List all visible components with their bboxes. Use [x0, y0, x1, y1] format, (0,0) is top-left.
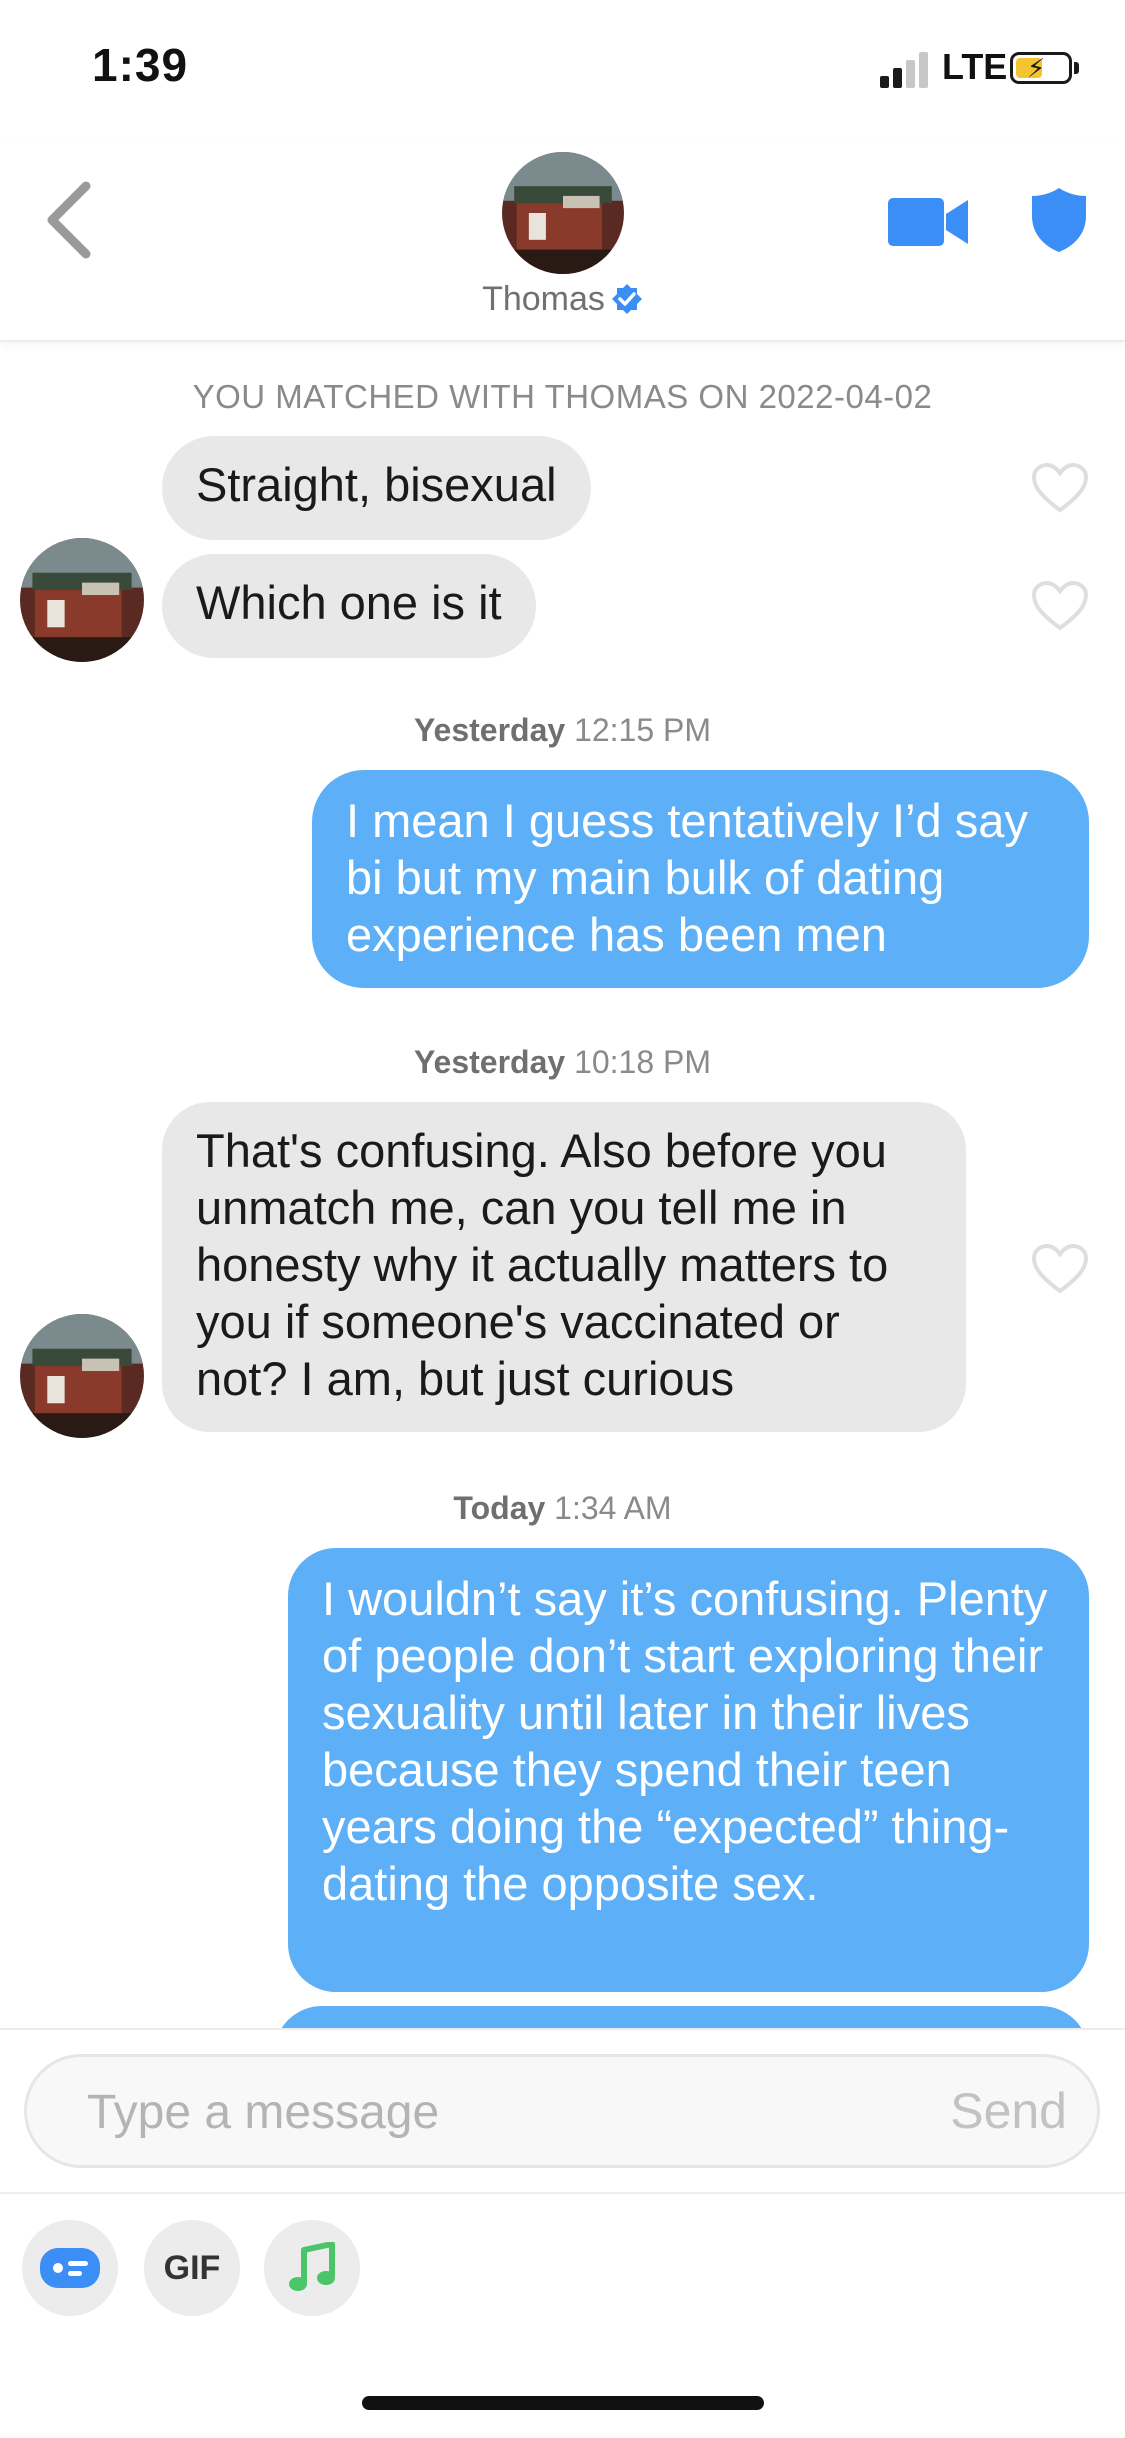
incoming-message[interactable]: Straight, bisexual [162, 436, 591, 540]
video-call-icon[interactable] [888, 194, 968, 250]
timestamp: Yesterday 10:18 PM [0, 1044, 1125, 1081]
gif-button[interactable]: GIF [144, 2220, 240, 2316]
gif-icon: GIF [163, 2249, 221, 2287]
incoming-message[interactable]: That's confusing. Also before you unmatc… [162, 1102, 966, 1432]
verified-badge-icon [611, 284, 642, 314]
timestamp-day: Yesterday [413, 1044, 566, 1080]
send-button[interactable]: Send [950, 2057, 1067, 2165]
avatar-photo [502, 152, 624, 274]
message-text: Straight, bisexual [196, 458, 557, 511]
profile-avatar[interactable] [502, 152, 624, 274]
match-name[interactable]: Thomas [0, 280, 1125, 319]
timestamp-time: 1:34 AM [554, 1490, 672, 1526]
signal-icon [880, 52, 932, 88]
avatar-photo [20, 538, 144, 662]
message-text: Which one is it [196, 576, 502, 629]
music-note-icon [289, 2242, 335, 2291]
heart-icon[interactable] [1031, 462, 1089, 514]
home-indicator [362, 2396, 764, 2410]
timestamp: Yesterday 12:15 PM [0, 712, 1125, 749]
sender-avatar[interactable] [20, 1314, 144, 1438]
timestamp-day: Yesterday [413, 712, 566, 748]
outgoing-message[interactable]: I wouldn’t say it’s confusing. Plenty of… [288, 1548, 1089, 1992]
shield-icon[interactable] [1030, 186, 1088, 254]
timestamp-time: 10:18 PM [574, 1044, 712, 1080]
timestamp-time: 12:15 PM [574, 712, 712, 748]
message-input-box[interactable]: Send [24, 2054, 1100, 2168]
incoming-message[interactable]: Which one is it [162, 554, 536, 658]
match-name-label: Thomas [482, 280, 605, 318]
sticker-button[interactable] [22, 2220, 118, 2316]
composer-divider [0, 2192, 1125, 2194]
message-text: That's confusing. Also before you unmatc… [196, 1124, 889, 1405]
battery-icon: ⚡ [1010, 52, 1072, 84]
timestamp: Today 1:34 AM [0, 1490, 1125, 1527]
match-date-notice: YOU MATCHED WITH THOMAS ON 2022-04-02 [192, 378, 933, 415]
sticker-icon [40, 2248, 100, 2288]
message-composer: Send GIF [0, 2028, 1125, 2438]
message-input[interactable] [85, 2057, 889, 2167]
sender-avatar[interactable] [20, 538, 144, 662]
chat-header: Thomas [0, 140, 1125, 342]
message-text: I mean I guess tentatively I’d say bi bu… [346, 794, 1028, 961]
timestamp-day: Today [453, 1490, 546, 1526]
battery-tip [1074, 62, 1079, 74]
music-button[interactable] [264, 2220, 360, 2316]
heart-icon[interactable] [1031, 1243, 1089, 1295]
outgoing-message[interactable]: I mean I guess tentatively I’d say bi bu… [312, 770, 1089, 988]
avatar-photo [20, 1314, 144, 1438]
network-label: LTE [942, 46, 1008, 87]
heart-icon[interactable] [1031, 580, 1089, 632]
message-text: I wouldn’t say it’s confusing. Plenty of… [322, 1572, 1048, 1910]
status-time: 1:39 [92, 39, 189, 91]
back-chevron-icon[interactable] [42, 180, 96, 260]
